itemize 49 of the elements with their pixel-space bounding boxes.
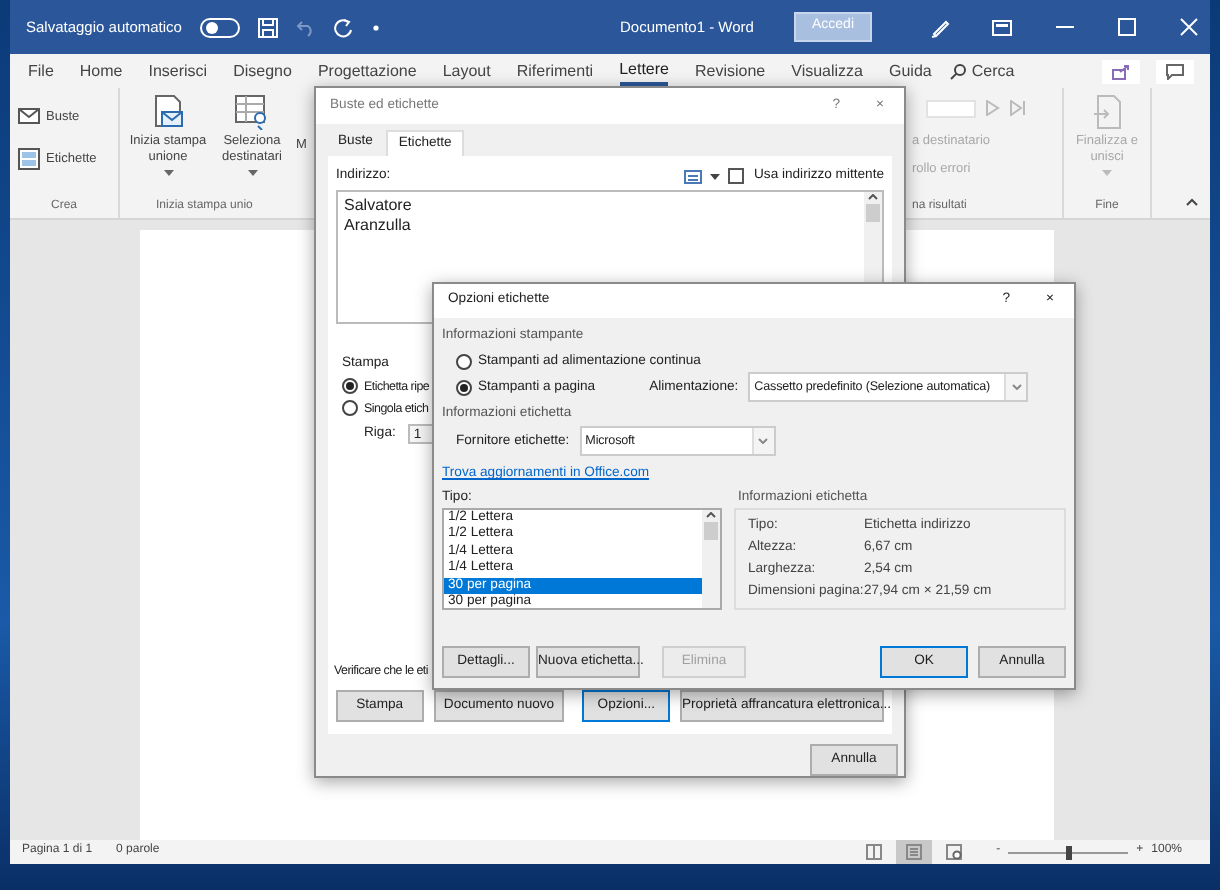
collapse-ribbon-icon[interactable] [1186, 198, 1198, 206]
caret-icon[interactable] [247, 169, 257, 176]
save-icon[interactable] [257, 17, 278, 37]
recipients-icon[interactable] [234, 94, 270, 130]
share-icon[interactable] [1112, 63, 1130, 79]
minimize-icon[interactable] [1055, 26, 1073, 28]
print-layout-icon [906, 844, 923, 860]
ribbon-tab[interactable]: File [28, 57, 54, 85]
read-mode-icon [866, 844, 883, 860]
ribbon-tab[interactable]: Guida [889, 57, 932, 85]
address-line: Aranzulla [344, 216, 413, 237]
mail-merge-icon[interactable] [150, 94, 186, 130]
ribbon-display-icon[interactable] [992, 19, 1012, 35]
radio-button[interactable] [342, 400, 358, 417]
ribbon-tab[interactable]: Riferimenti [516, 57, 594, 85]
ribbon-tab[interactable]: Disegno [233, 57, 292, 85]
scrollbar[interactable] [702, 509, 720, 608]
label-sheet-icon [18, 148, 40, 170]
scroll-thumb[interactable] [866, 204, 880, 223]
scroll-thumb[interactable] [704, 521, 718, 540]
ribbon-tab[interactable]: Progettazione [317, 57, 417, 85]
comment-icon[interactable] [1166, 63, 1184, 79]
pen-icon[interactable] [930, 17, 950, 37]
ribbon-tab[interactable]: Home [79, 57, 123, 85]
address-book-icon[interactable] [684, 169, 703, 184]
maximize-icon[interactable] [1117, 18, 1135, 36]
zoom-thumb[interactable] [1066, 845, 1073, 859]
caret-icon[interactable] [163, 169, 173, 176]
ribbon-tab[interactable]: Revisione [694, 57, 766, 85]
search-icon[interactable] [949, 63, 966, 79]
view-button[interactable] [896, 840, 933, 864]
ribbon-tab[interactable]: Layout [442, 57, 491, 85]
scroll-up-icon[interactable] [706, 511, 716, 518]
search-label[interactable]: Cerca [971, 61, 1015, 81]
radio-button[interactable] [342, 378, 358, 395]
more-icon[interactable] [371, 23, 380, 31]
scroll-up-icon[interactable] [868, 194, 878, 201]
checkbox[interactable] [728, 168, 745, 185]
ribbon-tab[interactable]: Visualizza [791, 57, 863, 85]
radio-button[interactable] [456, 354, 472, 371]
record-field[interactable] [926, 99, 976, 117]
autosave-toggle[interactable] [199, 17, 240, 37]
address-line: Salvatore [344, 196, 414, 217]
envelope-icon [18, 106, 40, 128]
radio-button[interactable] [456, 379, 472, 396]
ribbon-tab[interactable]: Inserisci [148, 57, 208, 85]
close-icon[interactable] [1179, 18, 1197, 36]
redo-icon[interactable] [333, 17, 354, 37]
caret-icon[interactable] [710, 173, 721, 180]
